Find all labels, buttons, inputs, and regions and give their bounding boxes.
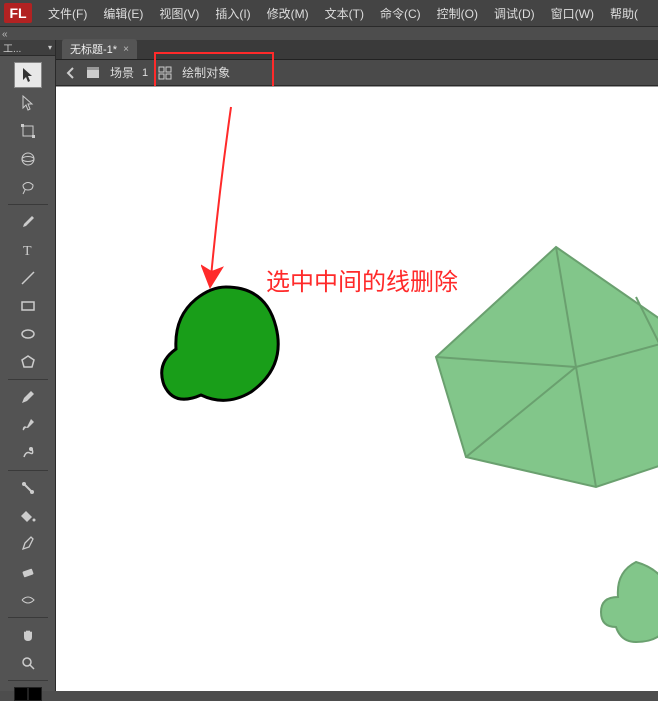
lasso-tool[interactable] xyxy=(14,174,42,200)
brush-icon xyxy=(20,417,36,433)
menu-window[interactable]: 窗口(W) xyxy=(543,1,602,26)
tools-panel-title: 工... xyxy=(3,40,21,55)
text-icon: T xyxy=(20,242,36,258)
sphere-icon xyxy=(20,151,36,167)
menu-modify[interactable]: 修改(M) xyxy=(259,1,317,26)
scene-number: 1 xyxy=(142,67,148,79)
rectangle-icon xyxy=(20,298,36,314)
line-icon xyxy=(20,270,36,286)
arrow-outline-icon xyxy=(20,95,36,111)
hand-icon xyxy=(20,627,36,643)
separator xyxy=(8,379,48,380)
menu-control[interactable]: 控制(O) xyxy=(429,1,486,26)
3d-rotation-tool[interactable] xyxy=(14,146,42,172)
magnifier-icon xyxy=(20,655,36,671)
separator xyxy=(8,470,48,471)
free-transform-tool[interactable] xyxy=(14,118,42,144)
scene-icon[interactable] xyxy=(84,64,102,82)
green-polyhedron-shape[interactable] xyxy=(426,237,658,497)
eraser-icon xyxy=(20,564,36,580)
eyedropper-icon xyxy=(20,536,36,552)
transform-icon xyxy=(20,123,36,139)
arrow-left-icon xyxy=(64,66,78,80)
brush-tool[interactable] xyxy=(14,412,42,438)
pen-icon xyxy=(20,214,36,230)
polygon-icon xyxy=(20,354,36,370)
stage-canvas[interactable]: 选中中间的线删除 xyxy=(56,86,658,691)
color-swatches xyxy=(14,687,42,701)
stroke-color-swatch[interactable] xyxy=(14,687,28,701)
menu-insert[interactable]: 插入(I) xyxy=(207,1,258,26)
collapse-handle-icon[interactable]: « xyxy=(2,29,8,40)
paint-bucket-tool[interactable] xyxy=(14,503,42,529)
back-button[interactable] xyxy=(62,64,80,82)
clapperboard-icon xyxy=(86,66,100,80)
subselection-tool[interactable] xyxy=(14,90,42,116)
menu-debug[interactable]: 调试(D) xyxy=(486,1,543,26)
menu-edit[interactable]: 编辑(E) xyxy=(95,1,151,26)
tools-panel: 工... ▾ T xyxy=(0,40,56,691)
line-tool[interactable] xyxy=(14,265,42,291)
menubar: FL 文件(F) 编辑(E) 视图(V) 插入(I) 修改(M) 文本(T) 命… xyxy=(0,0,658,27)
svg-text:T: T xyxy=(23,244,32,258)
scene-label[interactable]: 场景 xyxy=(106,64,138,81)
bucket-icon xyxy=(20,508,36,524)
rectangle-tool[interactable] xyxy=(14,293,42,319)
zoom-tool[interactable] xyxy=(14,650,42,676)
oval-icon xyxy=(20,326,36,342)
green-blob-shape[interactable] xyxy=(156,277,296,417)
eyedropper-tool[interactable] xyxy=(14,531,42,557)
width-icon xyxy=(20,592,36,608)
tools-panel-header[interactable]: 工... ▾ xyxy=(0,40,55,56)
hand-tool[interactable] xyxy=(14,622,42,648)
polystar-tool[interactable] xyxy=(14,349,42,375)
oval-tool[interactable] xyxy=(14,321,42,347)
edit-bar: 场景 1 绘制对象 xyxy=(56,60,658,86)
menu-command[interactable]: 命令(C) xyxy=(372,1,429,26)
selection-tool[interactable] xyxy=(14,62,42,88)
annotation-text: 选中中间的线删除 xyxy=(266,262,458,297)
text-tool[interactable]: T xyxy=(14,237,42,263)
app-logo: FL xyxy=(4,3,32,23)
separator xyxy=(8,680,48,681)
menu-file[interactable]: 文件(F) xyxy=(40,1,95,26)
grid-icon xyxy=(158,66,172,80)
width-tool[interactable] xyxy=(14,587,42,613)
document-tabbar: 无标题-1* × xyxy=(56,40,658,60)
lasso-icon xyxy=(20,179,36,195)
annotation-arrow xyxy=(201,102,261,292)
separator xyxy=(8,617,48,618)
bone-icon xyxy=(20,480,36,496)
pencil-icon xyxy=(20,389,36,405)
menu-view[interactable]: 视图(V) xyxy=(151,1,207,26)
arrow-cursor-icon xyxy=(20,67,36,83)
document-tab[interactable]: 无标题-1* × xyxy=(62,39,137,59)
tools-grid: T xyxy=(0,56,55,701)
symbol-icon[interactable] xyxy=(156,64,174,82)
green-small-shape[interactable] xyxy=(596,557,658,647)
eraser-tool[interactable] xyxy=(14,559,42,585)
menu-help[interactable]: 帮助( xyxy=(602,1,646,26)
pencil-tool[interactable] xyxy=(14,384,42,410)
draw-object-label[interactable]: 绘制对象 xyxy=(178,64,234,81)
document-tab-label: 无标题-1* xyxy=(70,41,117,57)
menu-text[interactable]: 文本(T) xyxy=(317,1,372,26)
bone-tool[interactable] xyxy=(14,475,42,501)
pen-tool[interactable] xyxy=(14,209,42,235)
fill-color-swatch[interactable] xyxy=(28,687,42,701)
close-icon[interactable]: × xyxy=(123,44,129,55)
deco-tool[interactable] xyxy=(14,440,42,466)
dropdown-icon[interactable]: ▾ xyxy=(48,43,52,52)
document-area: 无标题-1* × 场景 1 绘制对象 xyxy=(56,40,658,691)
separator xyxy=(8,204,48,205)
deco-icon xyxy=(20,445,36,461)
